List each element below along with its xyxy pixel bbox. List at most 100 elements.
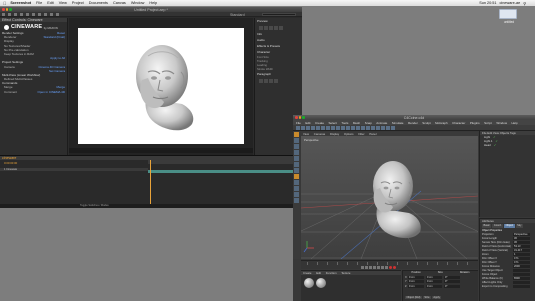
c4d-menu-item[interactable]: Snap (365, 121, 372, 125)
prev-frame-icon[interactable] (263, 25, 268, 30)
menu-help[interactable]: Help (149, 1, 157, 5)
viewer-footer-bar[interactable] (69, 148, 253, 153)
attr-property[interactable]: Sensor Size (Film Gate) 36 (480, 241, 535, 245)
c4d-timeline[interactable] (301, 260, 478, 269)
attr-tab-sky[interactable]: Sky (515, 224, 523, 228)
attr-property[interactable]: Zoom 1 (480, 253, 535, 257)
apple-icon[interactable]:  (3, 1, 6, 6)
object-menu-item[interactable]: Tags (510, 131, 516, 135)
menu-window[interactable]: Window (131, 1, 145, 5)
move-icon[interactable] (311, 126, 315, 130)
points-mode-icon[interactable] (294, 156, 299, 161)
coord-size-dropdown[interactable]: Size (422, 295, 431, 299)
c4d-menu-item[interactable]: Character (452, 121, 465, 125)
enabled-check-icon[interactable]: ✓ (494, 143, 496, 147)
next-frame-icon[interactable] (377, 266, 380, 269)
play-icon[interactable] (268, 25, 273, 30)
c4d-menu-item[interactable]: Plugins (470, 121, 480, 125)
rotate-tool-icon[interactable] (20, 13, 23, 16)
camera-icon[interactable] (386, 126, 390, 130)
c4d-menu-item[interactable]: Window (496, 121, 507, 125)
play-icon[interactable] (373, 266, 376, 269)
menu-file[interactable]: File (36, 1, 42, 5)
coord-field[interactable]: 0 cm (408, 275, 424, 279)
next-key-icon[interactable] (381, 266, 384, 269)
desktop-file-icon[interactable] (499, 9, 517, 19)
desktop-file-label[interactable]: untitled (494, 20, 524, 24)
timecode-display[interactable]: 0:00:00:00 (4, 161, 17, 165)
composition-viewer[interactable] (69, 18, 253, 155)
attr-property[interactable]: Film Offset X0 % (480, 257, 535, 261)
coord-field[interactable]: 0 cm (426, 275, 442, 279)
first-frame-icon[interactable] (258, 25, 263, 30)
object-menu-item[interactable]: Objects (500, 131, 509, 135)
planar-workplane-icon[interactable] (294, 198, 299, 203)
timeline-status[interactable]: Toggle Switches / Modes (0, 204, 302, 208)
c4d-menu-item[interactable]: Simulate (392, 121, 404, 125)
preview-panel-title[interactable]: Preview (255, 18, 302, 24)
menu-project[interactable]: Project (72, 1, 84, 5)
perspective-viewport[interactable] (240, 136, 535, 260)
deformer-icon[interactable] (376, 126, 380, 130)
redo-icon[interactable] (301, 126, 305, 130)
record-icon[interactable] (389, 266, 392, 269)
text-tool-icon[interactable] (50, 13, 53, 16)
attr-property[interactable]: Use Target Object (480, 269, 535, 273)
menu-canvas[interactable]: Canvas (113, 1, 126, 5)
coord-field[interactable]: 0° (444, 275, 460, 279)
workspace-selector[interactable]: Standard (230, 13, 245, 17)
coord-field[interactable]: 0° (444, 280, 460, 284)
cube-icon[interactable] (356, 126, 360, 130)
z-axis-icon[interactable] (336, 126, 340, 130)
coord-field[interactable]: 0 cm (426, 280, 442, 284)
material-menu-item[interactable]: Function (326, 271, 337, 275)
composition-canvas[interactable] (78, 28, 244, 144)
attributes-tab[interactable]: Attributes (480, 219, 535, 223)
lock-workplane-icon[interactable] (294, 192, 299, 197)
rotate-icon[interactable] (321, 126, 325, 130)
attr-property[interactable]: Affect Lights Only (480, 281, 535, 285)
coord-field[interactable]: 0 cm (408, 284, 424, 288)
x-axis-icon[interactable] (326, 126, 330, 130)
prev-key-icon[interactable] (365, 266, 368, 269)
c4d-menu-item[interactable]: MoGraph (435, 121, 448, 125)
pan-tool-icon[interactable] (32, 13, 35, 16)
make-editable-icon[interactable] (294, 132, 299, 137)
timeline-ruler[interactable] (307, 262, 475, 265)
menu-view[interactable]: View (59, 1, 67, 5)
workplane-icon[interactable] (294, 150, 299, 155)
c4d-menu-item[interactable]: Animate (376, 121, 387, 125)
object-row[interactable]: Head ✓ (480, 143, 535, 147)
render-view-icon[interactable] (341, 126, 345, 130)
c4d-menu-item[interactable]: Select (329, 121, 337, 125)
live-select-icon[interactable] (306, 126, 310, 130)
pen-icon[interactable] (361, 126, 365, 130)
render-settings-icon[interactable] (351, 126, 355, 130)
render-pv-icon[interactable] (346, 126, 350, 130)
goto-start-icon[interactable] (361, 266, 364, 269)
material-menu-item[interactable]: Texture (341, 271, 350, 275)
timeline-comp-name[interactable]: cineware (2, 156, 16, 160)
current-time-indicator[interactable] (150, 160, 151, 205)
floor-icon[interactable] (381, 126, 385, 130)
subdivision-icon[interactable] (366, 126, 370, 130)
align-left-icon[interactable] (258, 78, 263, 83)
align-right-icon[interactable] (268, 78, 273, 83)
material-swatch[interactable] (316, 278, 326, 288)
menu-edit[interactable]: Edit (47, 1, 54, 5)
attr-property[interactable]: Focal Length 36 (480, 237, 535, 241)
coord-mode-dropdown[interactable]: Object (Rel) (405, 295, 422, 299)
array-icon[interactable] (371, 126, 375, 130)
scale-icon[interactable] (316, 126, 320, 130)
attr-property[interactable]: Projection Perspective (480, 233, 535, 237)
c4d-menu-item[interactable]: Render (408, 121, 418, 125)
snap-icon[interactable] (294, 186, 299, 191)
hand-tool-icon[interactable] (8, 13, 11, 16)
coord-field[interactable]: 0° (444, 284, 460, 288)
user-name[interactable]: cineware-ae (500, 1, 521, 5)
pen-tool-icon[interactable] (44, 13, 47, 16)
last-frame-icon[interactable] (278, 25, 283, 30)
c4d-menu-item[interactable]: Tools (341, 121, 348, 125)
time-ruler[interactable] (148, 160, 302, 164)
next-frame-icon[interactable] (273, 25, 278, 30)
